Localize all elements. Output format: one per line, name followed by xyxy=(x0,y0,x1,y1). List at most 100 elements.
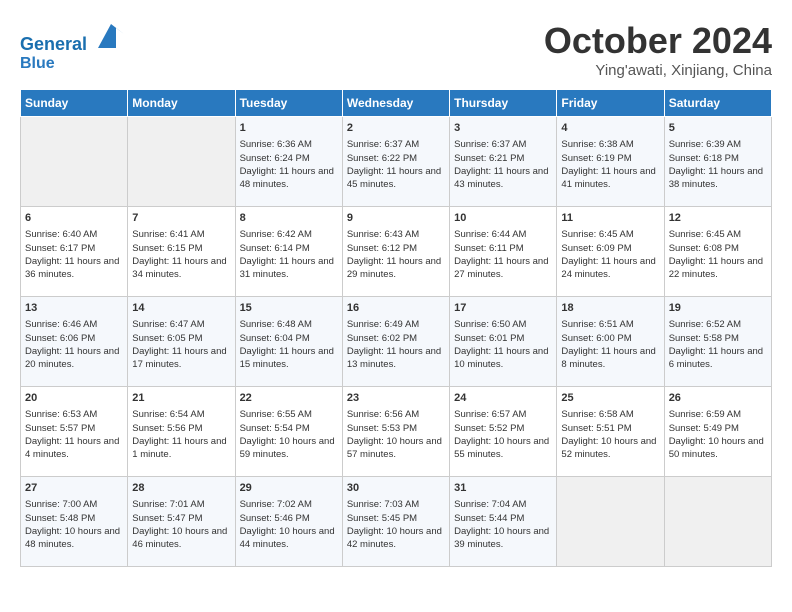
day-info-line: Daylight: 10 hours and 42 minutes. xyxy=(347,525,445,552)
day-info-line: Sunset: 6:01 PM xyxy=(454,332,552,345)
day-cell-30: 30Sunrise: 7:03 AMSunset: 5:45 PMDayligh… xyxy=(342,477,449,567)
day-cell-25: 25Sunrise: 6:58 AMSunset: 5:51 PMDayligh… xyxy=(557,387,664,477)
day-info-line: Daylight: 10 hours and 39 minutes. xyxy=(454,525,552,552)
day-cell-26: 26 Sunrise: 6:59 AMSunset: 5:49 PMDayligh… xyxy=(664,387,771,477)
day-cell-17: 17Sunrise: 6:50 AMSunset: 6:01 PMDayligh… xyxy=(450,297,557,387)
day-number: 6 xyxy=(25,211,123,226)
day-info-line: Sunset: 6:15 PM xyxy=(132,242,230,255)
day-cell-24: 24Sunrise: 6:57 AMSunset: 5:52 PMDayligh… xyxy=(450,387,557,477)
day-info-line: Sunrise: 6:54 AM xyxy=(132,408,230,421)
day-info-line: Daylight: 11 hours and 45 minutes. xyxy=(347,165,445,192)
week-row-3: 13Sunrise: 6:46 AMSunset: 6:06 PMDayligh… xyxy=(21,297,772,387)
day-info-line: Sunrise: 6:46 AM xyxy=(25,318,123,331)
day-number: 20 xyxy=(25,391,123,406)
day-info-line: Sunrise: 6:40 AM xyxy=(25,228,123,241)
day-number: 2 xyxy=(347,121,445,136)
day-number: 14 xyxy=(132,301,230,316)
day-info-line: Sunset: 6:12 PM xyxy=(347,242,445,255)
day-info-line: Daylight: 11 hours and 22 minutes. xyxy=(669,255,767,282)
day-info-line: Sunset: 5:49 PM xyxy=(669,422,767,435)
day-info-line: Sunset: 6:06 PM xyxy=(25,332,123,345)
day-number: 1 xyxy=(240,121,338,136)
day-number: 7 xyxy=(132,211,230,226)
day-info-line: Daylight: 10 hours and 44 minutes. xyxy=(240,525,338,552)
day-cell-9: 9 Sunrise: 6:43 AMSunset: 6:12 PMDaylight… xyxy=(342,207,449,297)
day-cell-empty xyxy=(21,117,128,207)
day-info-line: Sunrise: 6:43 AM xyxy=(347,228,445,241)
day-cell-7: 7Sunrise: 6:41 AMSunset: 6:15 PMDaylight… xyxy=(128,207,235,297)
day-number: 31 xyxy=(454,481,552,496)
day-info-line: Sunset: 5:56 PM xyxy=(132,422,230,435)
day-cell-4: 4Sunrise: 6:38 AMSunset: 6:19 PMDaylight… xyxy=(557,117,664,207)
day-cell-6: 6Sunrise: 6:40 AMSunset: 6:17 PMDaylight… xyxy=(21,207,128,297)
day-info-line: Daylight: 11 hours and 29 minutes. xyxy=(347,255,445,282)
day-cell-22: 22Sunrise: 6:55 AMSunset: 5:54 PMDayligh… xyxy=(235,387,342,477)
location: Ying'awati, Xinjiang, China xyxy=(544,62,772,79)
day-info-line: Daylight: 11 hours and 15 minutes. xyxy=(240,345,338,372)
day-info-line: Daylight: 11 hours and 13 minutes. xyxy=(347,345,445,372)
day-info-line: Sunset: 6:04 PM xyxy=(240,332,338,345)
day-info-line: Daylight: 11 hours and 48 minutes. xyxy=(240,165,338,192)
day-cell-15: 15Sunrise: 6:48 AMSunset: 6:04 PMDayligh… xyxy=(235,297,342,387)
day-info-line: Daylight: 10 hours and 46 minutes. xyxy=(132,525,230,552)
day-info-line: Daylight: 11 hours and 1 minute. xyxy=(132,435,230,462)
day-cell-empty xyxy=(664,477,771,567)
day-cell-21: 21Sunrise: 6:54 AMSunset: 5:56 PMDayligh… xyxy=(128,387,235,477)
day-number: 4 xyxy=(561,121,659,136)
day-info-line: Daylight: 11 hours and 4 minutes. xyxy=(25,435,123,462)
day-cell-29: 29 Sunrise: 7:02 AMSunset: 5:46 PMDayligh… xyxy=(235,477,342,567)
day-info-line: Sunset: 6:22 PM xyxy=(347,152,445,165)
day-number: 5 xyxy=(669,121,767,136)
day-info-line: Daylight: 10 hours and 50 minutes. xyxy=(669,435,767,462)
day-info-line: Sunset: 6:18 PM xyxy=(669,152,767,165)
day-number: 15 xyxy=(240,301,338,316)
day-info-line: Daylight: 10 hours and 55 minutes. xyxy=(454,435,552,462)
day-info-line: Sunset: 6:09 PM xyxy=(561,242,659,255)
day-info-line: Sunset: 6:11 PM xyxy=(454,242,552,255)
day-info-line: Sunrise: 7:00 AM xyxy=(25,498,123,511)
day-info-line: Sunrise: 6:59 AM xyxy=(669,408,767,421)
day-number: 26 xyxy=(669,391,767,406)
weekday-tuesday: Tuesday xyxy=(235,90,342,117)
day-info-line: Sunrise: 6:44 AM xyxy=(454,228,552,241)
day-info-line: Sunrise: 6:37 AM xyxy=(347,138,445,151)
day-info-line: Daylight: 11 hours and 24 minutes. xyxy=(561,255,659,282)
day-cell-16: 16Sunrise: 6:49 AMSunset: 6:02 PMDayligh… xyxy=(342,297,449,387)
day-info-line: Daylight: 11 hours and 17 minutes. xyxy=(132,345,230,372)
day-info-line: Sunset: 6:02 PM xyxy=(347,332,445,345)
day-number: 24 xyxy=(454,391,552,406)
day-info-line: Sunset: 6:08 PM xyxy=(669,242,767,255)
day-info-line: Sunrise: 6:42 AM xyxy=(240,228,338,241)
weekday-wednesday: Wednesday xyxy=(342,90,449,117)
day-cell-13: 13Sunrise: 6:46 AMSunset: 6:06 PMDayligh… xyxy=(21,297,128,387)
day-info-line: Daylight: 11 hours and 34 minutes. xyxy=(132,255,230,282)
day-info-line: Daylight: 11 hours and 8 minutes. xyxy=(561,345,659,372)
day-number: 29 xyxy=(240,481,338,496)
day-info-line: Sunset: 5:54 PM xyxy=(240,422,338,435)
day-info-line: Sunrise: 7:01 AM xyxy=(132,498,230,511)
day-info-line: Sunset: 6:14 PM xyxy=(240,242,338,255)
day-number: 27 xyxy=(25,481,123,496)
day-info-line: Daylight: 11 hours and 27 minutes. xyxy=(454,255,552,282)
day-info-line: Sunrise: 6:55 AM xyxy=(240,408,338,421)
day-number: 16 xyxy=(347,301,445,316)
day-info-line: Sunrise: 6:53 AM xyxy=(25,408,123,421)
day-info-line: Sunset: 5:46 PM xyxy=(240,512,338,525)
day-info-line: Sunrise: 7:02 AM xyxy=(240,498,338,511)
day-number: 18 xyxy=(561,301,659,316)
calendar-table: SundayMondayTuesdayWednesdayThursdayFrid… xyxy=(20,89,772,567)
day-number: 23 xyxy=(347,391,445,406)
day-number: 9 xyxy=(347,211,445,226)
day-info-line: Sunrise: 6:47 AM xyxy=(132,318,230,331)
day-cell-2: 2 Sunrise: 6:37 AMSunset: 6:22 PMDaylight… xyxy=(342,117,449,207)
day-number: 25 xyxy=(561,391,659,406)
day-info-line: Sunset: 5:57 PM xyxy=(25,422,123,435)
day-number: 30 xyxy=(347,481,445,496)
day-number: 11 xyxy=(561,211,659,226)
day-info-line: Sunset: 6:24 PM xyxy=(240,152,338,165)
day-cell-empty xyxy=(557,477,664,567)
day-number: 8 xyxy=(240,211,338,226)
day-info-line: Sunset: 6:19 PM xyxy=(561,152,659,165)
day-cell-28: 28Sunrise: 7:01 AMSunset: 5:47 PMDayligh… xyxy=(128,477,235,567)
day-cell-11: 11Sunrise: 6:45 AMSunset: 6:09 PMDayligh… xyxy=(557,207,664,297)
